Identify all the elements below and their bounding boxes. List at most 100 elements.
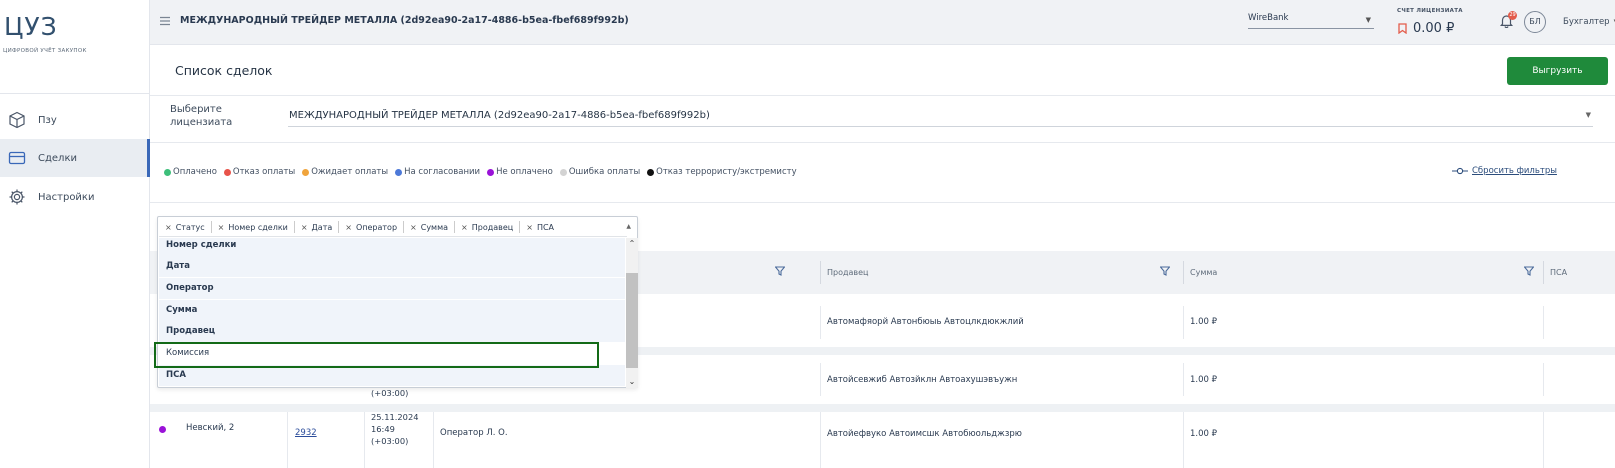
page-title: Список сделок bbox=[175, 63, 273, 78]
chevron-down-icon: ▼ bbox=[1365, 16, 1371, 24]
legend-label: Ошибка оплаты bbox=[568, 167, 641, 177]
legend-item[interactable]: Отказ террористу/экстремисту bbox=[647, 167, 797, 177]
logo-subtitle: ЦИФРОВОЙ УЧЁТ ЗАКУПОК bbox=[3, 48, 87, 54]
column-option-sum[interactable]: Сумма bbox=[159, 300, 625, 321]
columns-multiselect[interactable]: × Статус × Номер сделки × Дата × Оператор × С… bbox=[157, 216, 638, 388]
dropdown-scrollbar[interactable]: ⌃ ⌄ bbox=[626, 238, 638, 388]
export-button[interactable]: Выгрузить bbox=[1507, 57, 1608, 85]
legend-item[interactable]: Отказ оплаты bbox=[223, 167, 296, 177]
column-option-commission[interactable]: Комиссия bbox=[159, 343, 625, 364]
sidebar-item-pzu[interactable]: Пзу bbox=[0, 101, 150, 139]
remove-icon[interactable]: × bbox=[410, 223, 417, 232]
remove-icon[interactable]: × bbox=[218, 223, 225, 232]
sidebar-item-deals[interactable]: Сделки bbox=[0, 139, 150, 177]
remove-icon[interactable]: × bbox=[165, 223, 172, 232]
legend-label: Не оплачено bbox=[496, 167, 553, 177]
cell-divider bbox=[287, 412, 288, 468]
column-option-number[interactable]: Номер сделки bbox=[159, 238, 625, 256]
date-cell: 25.11.2024 bbox=[371, 412, 419, 422]
bank-select[interactable]: WireBank ▼ bbox=[1248, 13, 1374, 29]
column-chip: × Дата bbox=[301, 221, 340, 233]
remove-icon[interactable]: × bbox=[461, 223, 468, 232]
sum-cell: 1.00 ₽ bbox=[1190, 317, 1218, 327]
scroll-up-icon[interactable]: ⌃ bbox=[627, 239, 637, 249]
chip-label: Номер сделки bbox=[228, 222, 288, 232]
chip-label: ПСА bbox=[536, 222, 555, 232]
scroll-down-icon[interactable]: ⌄ bbox=[627, 377, 637, 387]
status-dot bbox=[487, 168, 495, 176]
filter-reset-icon bbox=[1452, 167, 1468, 175]
column-chip: × Сумма bbox=[410, 221, 456, 233]
license-account-label: СЧЕТ ЛИЦЕНЗИАТА bbox=[1397, 8, 1463, 14]
sidebar-item-label: Сделки bbox=[38, 152, 77, 164]
licensee-select-value: МЕЖДУНАРОДНЫЙ ТРЕЙДЕР МЕТАЛЛА (2d92ea90-… bbox=[289, 110, 710, 121]
sidebar-item-settings[interactable]: Настройки bbox=[0, 178, 150, 216]
selected-columns-chips: × Статус × Номер сделки × Дата × Оператор × С… bbox=[159, 218, 627, 237]
filter-icon[interactable] bbox=[1524, 266, 1534, 276]
sum-cell: 1.00 ₽ bbox=[1190, 375, 1218, 385]
column-header-seller[interactable]: Продавец bbox=[820, 251, 1182, 294]
reset-filters-link[interactable]: Сбросить фильтры bbox=[1452, 166, 1557, 176]
role-label: Бухгалтер bbox=[1563, 17, 1610, 27]
seller-cell: Автойсевжиб Автозйклн Автоахушэвъужн bbox=[827, 375, 1018, 385]
legend-item[interactable]: Оплачено bbox=[164, 167, 217, 177]
box-icon bbox=[8, 111, 26, 129]
column-header-label: Сумма bbox=[1190, 268, 1218, 277]
deal-number-link[interactable]: 2932 bbox=[295, 428, 317, 438]
column-header bbox=[775, 251, 797, 294]
cell-divider bbox=[1183, 412, 1184, 468]
divider bbox=[150, 95, 1615, 96]
operator-cell: Оператор Л. О. bbox=[440, 428, 508, 438]
remove-icon[interactable]: × bbox=[345, 223, 352, 232]
legend-item[interactable]: На согласовании bbox=[395, 167, 480, 177]
legend-item[interactable]: Не оплачено bbox=[487, 167, 553, 177]
chip-label: Продавец bbox=[471, 222, 514, 232]
organization-title: МЕЖДУНАРОДНЫЙ ТРЕЙДЕР МЕТАЛЛА (2d92ea90-… bbox=[180, 15, 629, 26]
role-menu[interactable]: Бухгалтер▼ bbox=[1563, 17, 1615, 27]
status-dot bbox=[164, 168, 171, 176]
table-row[interactable]: Невский, 2 2932 25.11.2024 16:49 (+03:00… bbox=[150, 412, 1615, 468]
avatar[interactable]: БЛ bbox=[1524, 11, 1546, 33]
chip-divider bbox=[454, 221, 456, 233]
main-content: Список сделок Выгрузить Выберите лицензи… bbox=[150, 45, 1615, 468]
column-header-sum[interactable]: Сумма bbox=[1183, 251, 1543, 294]
chevron-up-icon[interactable]: ▲ bbox=[626, 223, 631, 230]
seller-cell: Автойефвуко Автоимсшк Автобюольджзрю bbox=[827, 429, 1022, 439]
cell-divider bbox=[1543, 363, 1544, 396]
status-dot bbox=[159, 426, 166, 433]
status-dot bbox=[559, 168, 567, 176]
sum-cell: 1.00 ₽ bbox=[1190, 429, 1218, 439]
column-option-operator[interactable]: Оператор bbox=[159, 278, 625, 299]
column-chip: × Оператор bbox=[345, 221, 405, 233]
remove-icon[interactable]: × bbox=[526, 223, 533, 232]
chip-label: Оператор bbox=[355, 222, 398, 232]
legend-item[interactable]: Ожидает оплаты bbox=[302, 167, 388, 177]
gear-icon bbox=[8, 188, 26, 206]
status-legend: Оплачено Отказ оплаты Ожидает оплаты На … bbox=[164, 165, 804, 179]
divider bbox=[150, 142, 1615, 143]
sidebar-item-label: Пзу bbox=[38, 114, 57, 126]
menu-icon[interactable] bbox=[160, 16, 170, 26]
filter-icon[interactable] bbox=[775, 266, 785, 276]
chip-divider bbox=[210, 221, 212, 233]
divider bbox=[150, 202, 1615, 203]
cell-divider bbox=[820, 363, 821, 396]
filter-icon[interactable] bbox=[1160, 266, 1170, 276]
column-chip: × Номер сделки bbox=[218, 221, 295, 233]
seller-cell: Автомафяорй Автонбюыь Автоцлкдюкжлий bbox=[827, 317, 1024, 327]
date-timezone: (+03:00) bbox=[371, 388, 409, 398]
licensee-select[interactable]: МЕЖДУНАРОДНЫЙ ТРЕЙДЕР МЕТАЛЛА (2d92ea90-… bbox=[288, 103, 1593, 127]
column-option-seller[interactable]: Продавец bbox=[159, 321, 625, 342]
remove-icon[interactable]: × bbox=[301, 223, 308, 232]
cell-divider bbox=[820, 412, 821, 468]
column-chip: × Продавец bbox=[461, 221, 521, 233]
column-header-psa[interactable]: ПСА bbox=[1543, 251, 1615, 294]
column-option-psa[interactable]: ПСА bbox=[159, 365, 625, 386]
legend-item[interactable]: Ошибка оплаты bbox=[559, 167, 641, 177]
reset-filters-label: Сбросить фильтры bbox=[1472, 166, 1557, 176]
logo[interactable]: ЦУЗ bbox=[4, 12, 58, 41]
column-option-date[interactable]: Дата bbox=[159, 256, 625, 277]
legend-label: Оплачено bbox=[173, 167, 217, 177]
legend-label: Отказ оплаты bbox=[232, 167, 296, 177]
scrollbar-thumb[interactable] bbox=[626, 273, 638, 368]
